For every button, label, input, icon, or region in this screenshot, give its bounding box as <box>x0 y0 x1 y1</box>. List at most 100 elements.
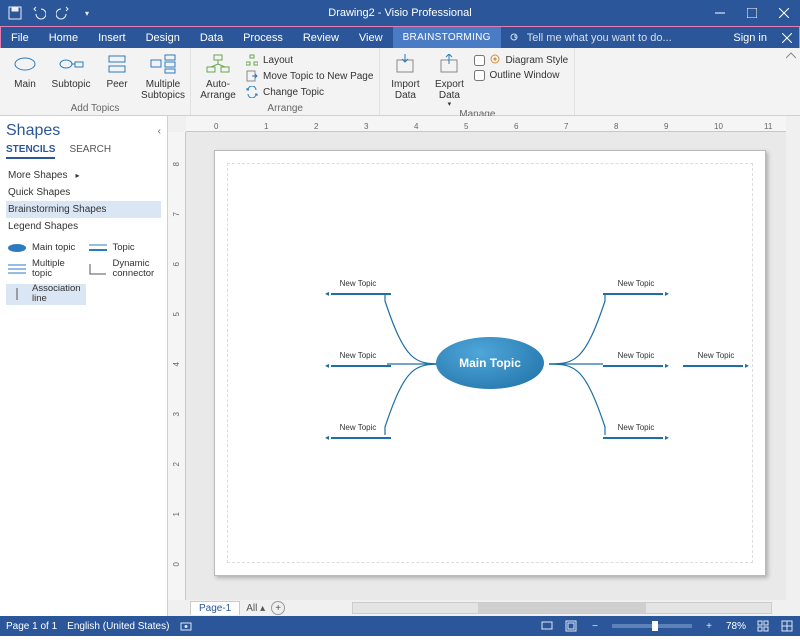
window-controls <box>704 0 800 26</box>
ribbon-collapse-icon[interactable] <box>782 48 800 115</box>
topic-shape-5[interactable]: New Topic▸ <box>603 351 669 370</box>
macro-record-icon[interactable] <box>179 619 193 633</box>
zoom-level: 78% <box>726 621 746 632</box>
multiple-subtopics-button[interactable]: Multiple Subtopics <box>142 51 184 101</box>
fit-page-icon[interactable] <box>564 619 578 633</box>
page-tab-1[interactable]: Page-1 <box>190 601 240 615</box>
group-arrange-label: Arrange <box>197 103 373 115</box>
auto-arrange-icon <box>204 51 232 77</box>
canvas-area: 0 1 2 3 4 5 6 7 8 9 10 11 8 7 6 5 4 3 2 … <box>168 116 800 616</box>
main-button[interactable]: Main <box>6 51 44 90</box>
export-data-button[interactable]: Export Data▾ <box>430 51 468 109</box>
shape-multiple-topic[interactable]: Multiple topic <box>6 259 81 280</box>
multi-line-icon <box>6 262 28 276</box>
tab-review[interactable]: Review <box>293 27 349 48</box>
main-topic-icon <box>11 51 39 77</box>
more-shapes-item[interactable]: More Shapes▸ <box>6 167 161 184</box>
line-icon <box>87 241 109 255</box>
fit-window-icon[interactable] <box>756 619 770 633</box>
outline-window-checkbox[interactable]: Outline Window <box>474 70 568 81</box>
zoom-in-icon[interactable]: + <box>702 619 716 633</box>
all-pages-tab[interactable]: All ▴ <box>246 603 265 614</box>
change-topic-button[interactable]: Change Topic <box>245 85 373 99</box>
tab-process[interactable]: Process <box>233 27 293 48</box>
canvas[interactable]: Main Topic New Topic◂ New Topic◂ New Top… <box>186 132 786 600</box>
undo-icon[interactable] <box>30 4 48 22</box>
brainstorming-shapes-item[interactable]: Brainstorming Shapes <box>6 201 161 218</box>
redo-icon[interactable] <box>54 4 72 22</box>
subtopic-icon <box>57 51 85 77</box>
stencils-tab[interactable]: STENCILS <box>6 144 55 159</box>
tell-me-search[interactable]: Tell me what you want to do... <box>501 27 726 48</box>
main-topic-shape[interactable]: Main Topic <box>436 337 544 389</box>
legend-shapes-item[interactable]: Legend Shapes <box>6 218 161 235</box>
quick-access-toolbar: ▾ <box>0 4 96 22</box>
tab-data[interactable]: Data <box>190 27 233 48</box>
stencil-shapes-list: Main topic Topic Multiple topic Dynamic … <box>6 241 161 305</box>
ribbon-close-icon[interactable] <box>775 27 799 48</box>
layout-icon <box>245 53 259 67</box>
auto-arrange-button[interactable]: Auto- Arrange <box>197 51 239 101</box>
qat-customize-icon[interactable]: ▾ <box>78 4 96 22</box>
add-page-button[interactable]: + <box>271 601 285 615</box>
shape-dynamic-connector[interactable]: Dynamic connector <box>87 259 162 280</box>
multiple-subtopics-icon <box>149 51 177 77</box>
vertical-ruler: 8 7 6 5 4 3 2 1 0 <box>168 132 186 600</box>
topic-shape-4[interactable]: New Topic▸ <box>603 279 669 298</box>
subtopic-button[interactable]: Subtopic <box>50 51 92 90</box>
shape-main-topic[interactable]: Main topic <box>6 241 81 255</box>
minimize-button[interactable] <box>704 0 736 26</box>
group-manage: Import Data Export Data▾ Diagram Style O… <box>380 48 575 115</box>
tab-view[interactable]: View <box>349 27 393 48</box>
shape-topic[interactable]: Topic <box>87 241 162 255</box>
connector-icon <box>87 262 109 276</box>
horizontal-ruler: 0 1 2 3 4 5 6 7 8 9 10 11 <box>186 116 786 132</box>
status-page: Page 1 of 1 <box>6 621 57 632</box>
import-icon <box>391 51 419 77</box>
diagram-style-checkbox[interactable]: Diagram Style <box>474 53 568 68</box>
move-topic-button[interactable]: Move Topic to New Page <box>245 69 373 83</box>
presentation-mode-icon[interactable] <box>540 619 554 633</box>
status-language: English (United States) <box>67 621 169 632</box>
topic-shape-7[interactable]: New Topic▸ <box>683 351 749 370</box>
group-arrange: Auto- Arrange Layout Move Topic to New P… <box>191 48 380 115</box>
status-bar: Page 1 of 1 English (United States) − + … <box>0 616 800 636</box>
main-area: Shapes ‹ STENCILS SEARCH More Shapes▸ Qu… <box>0 116 800 616</box>
quick-shapes-item[interactable]: Quick Shapes <box>6 184 161 201</box>
group-add-topics-label: Add Topics <box>6 103 184 115</box>
topic-shape-3[interactable]: New Topic◂ <box>325 423 391 442</box>
zoom-out-icon[interactable]: − <box>588 619 602 633</box>
tab-file[interactable]: File <box>1 27 39 48</box>
drawing-page[interactable]: Main Topic New Topic◂ New Topic◂ New Top… <box>214 150 766 576</box>
page-tabs: Page-1 All ▴ + <box>186 600 285 616</box>
topic-shape-1[interactable]: New Topic◂ <box>325 279 391 298</box>
close-button[interactable] <box>768 0 800 26</box>
shapes-tabs: STENCILS SEARCH <box>6 144 161 159</box>
zoom-slider[interactable] <box>612 624 692 628</box>
maximize-button[interactable] <box>736 0 768 26</box>
tab-insert[interactable]: Insert <box>88 27 136 48</box>
pan-zoom-icon[interactable] <box>780 619 794 633</box>
export-icon <box>435 51 463 77</box>
topic-shape-2[interactable]: New Topic◂ <box>325 351 391 370</box>
layout-button[interactable]: Layout <box>245 53 373 67</box>
save-icon[interactable] <box>6 4 24 22</box>
shapes-collapse-icon[interactable]: ‹ <box>158 126 161 137</box>
tab-home[interactable]: Home <box>39 27 88 48</box>
search-tab[interactable]: SEARCH <box>69 144 111 159</box>
topic-shape-6[interactable]: New Topic▸ <box>603 423 669 442</box>
ellipse-icon <box>6 241 28 255</box>
import-data-button[interactable]: Import Data <box>386 51 424 101</box>
vertical-scrollbar[interactable] <box>786 132 800 600</box>
tab-design[interactable]: Design <box>136 27 190 48</box>
ribbon: Main Subtopic Peer Multiple Subtopics Ad… <box>0 48 800 116</box>
peer-button[interactable]: Peer <box>98 51 136 90</box>
group-add-topics: Main Subtopic Peer Multiple Subtopics Ad… <box>0 48 191 115</box>
diagram-style-icon <box>489 53 501 68</box>
sign-in-link[interactable]: Sign in <box>725 27 775 48</box>
tell-me-placeholder: Tell me what you want to do... <box>527 32 672 44</box>
tab-brainstorming[interactable]: BRAINSTORMING <box>393 27 501 48</box>
shape-association-line[interactable]: Association line <box>6 284 86 305</box>
change-topic-icon <box>245 85 259 99</box>
horizontal-scrollbar[interactable] <box>338 600 786 616</box>
